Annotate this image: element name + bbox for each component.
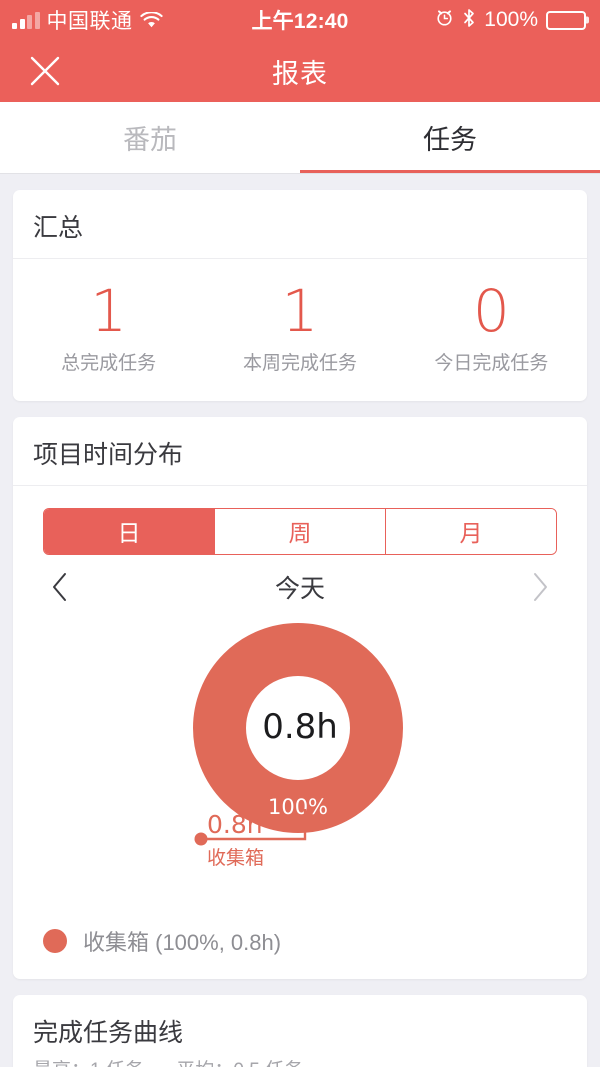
callout-name: 收集箱 [207, 847, 264, 869]
summary-stats: 1 总完成任务 1 本周完成任务 0 今日完成任务 [13, 259, 587, 401]
callout-anchor-dot [194, 832, 208, 846]
segment-week[interactable]: 周 [215, 508, 386, 554]
segment-day[interactable]: 日 [44, 508, 215, 554]
stat-label: 今日完成任务 [434, 352, 549, 374]
donut-legend: 收集箱 (100%, 0.8h) [13, 911, 587, 979]
stat-value: 1 [90, 277, 128, 345]
date-label: 今天 [274, 574, 325, 603]
time-distribution-card: 项目时间分布 日 周 月 今天 100% 0.8h 收集箱 0.8h 收集箱 (… [13, 416, 587, 979]
donut-percent-label: 100% [268, 795, 328, 819]
status-bar-left: 中国联通 [0, 5, 230, 35]
curve-avg-label: 平均：0.5 任务 [176, 1060, 303, 1067]
battery-icon [546, 10, 586, 30]
chevron-left-icon[interactable] [43, 570, 77, 604]
stat-value: 0 [472, 277, 510, 345]
curve-card-title: 完成任务曲线 [33, 1018, 184, 1047]
carrier-label: 中国联通 [46, 10, 133, 33]
donut-chart-svg: 100% 0.8h 收集箱 [193, 622, 403, 869]
distribution-card-title: 项目时间分布 [13, 417, 587, 486]
segment-month[interactable]: 月 [386, 508, 556, 554]
tab-pomodoro[interactable]: 番茄 [0, 102, 300, 173]
report-screen: 中国联通 上午12:40 100% 报表 番茄 任务 汇总 1 总完成任务 1 … [0, 0, 600, 1067]
navigation-bar: 报表 [0, 40, 600, 102]
battery-percent-label: 100% [484, 8, 538, 31]
scroll-content[interactable]: 汇总 1 总完成任务 1 本周完成任务 0 今日完成任务 项目时间分布 日 周 … [0, 174, 600, 1067]
curve-card-subtitle: 最高：1 任务 平均：0.5 任务 [13, 1055, 587, 1067]
stat-week-completed: 1 本周完成任务 [204, 281, 395, 375]
alarm-clock-icon [435, 8, 454, 32]
completion-curve-card: 完成任务曲线 最高：1 任务 平均：0.5 任务 [13, 994, 587, 1067]
stat-today-completed: 0 今日完成任务 [396, 281, 587, 375]
tab-task[interactable]: 任务 [300, 102, 600, 173]
wifi-icon [139, 10, 163, 29]
summary-card: 汇总 1 总完成任务 1 本周完成任务 0 今日完成任务 [13, 190, 587, 401]
close-icon[interactable] [25, 51, 65, 91]
date-navigator: 今天 [13, 555, 587, 611]
donut-center-value: 0.8h [262, 706, 338, 747]
status-bar: 中国联通 上午12:40 100% [0, 0, 600, 40]
legend-item-label: 收集箱 (100%, 0.8h) [83, 929, 282, 955]
donut-chart: 100% 0.8h 收集箱 0.8h [13, 611, 587, 911]
status-bar-right: 100% [370, 8, 600, 33]
callout-value: 0.8h [207, 810, 263, 839]
legend-color-dot [43, 928, 67, 953]
page-title: 报表 [272, 58, 328, 89]
chevron-right-icon[interactable] [523, 570, 557, 604]
tab-bar: 番茄 任务 [0, 102, 600, 174]
curve-max-label: 最高：1 任务 [33, 1060, 144, 1067]
stat-value: 1 [281, 277, 319, 345]
stat-total-completed: 1 总完成任务 [13, 281, 204, 375]
status-bar-center: 上午12:40 [230, 5, 370, 35]
signal-bars-icon [12, 11, 40, 29]
summary-card-title: 汇总 [13, 190, 587, 259]
bluetooth-icon [462, 8, 476, 33]
range-segmented-control: 日 周 月 [43, 507, 557, 555]
status-time: 上午12:40 [251, 10, 349, 33]
stat-label: 总完成任务 [61, 352, 157, 374]
stat-label: 本周完成任务 [242, 352, 357, 374]
range-segment-wrap: 日 周 月 [13, 486, 587, 555]
